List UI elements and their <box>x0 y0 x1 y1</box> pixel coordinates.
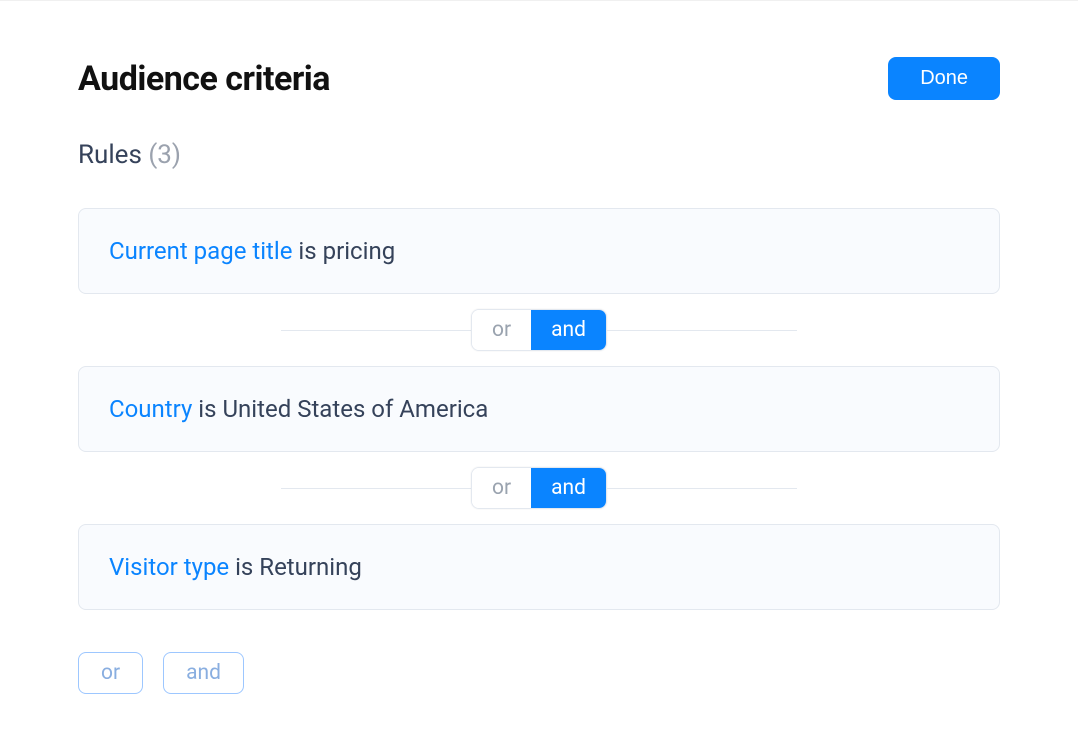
rule-operator: is <box>298 237 316 265</box>
rule-operator: is <box>198 395 216 423</box>
rule-attribute: Current page title <box>109 237 292 265</box>
connector-line <box>607 330 797 331</box>
done-button[interactable]: Done <box>888 57 1000 100</box>
connector-toggle: or and <box>471 309 607 351</box>
connector-toggle: or and <box>471 467 607 509</box>
rule-operator: is <box>235 553 253 581</box>
connector-and-option[interactable]: and <box>531 468 606 508</box>
connector-line <box>281 488 471 489</box>
add-rule-row: or and <box>78 652 1000 694</box>
rules-label: Rules <box>78 140 142 170</box>
page-title: Audience criteria <box>78 59 330 99</box>
rule-attribute: Country <box>109 395 192 423</box>
add-and-button[interactable]: and <box>163 652 244 694</box>
header: Audience criteria Done <box>78 57 1000 100</box>
rule-card[interactable]: Current page title is pricing <box>78 208 1000 294</box>
connector-line <box>607 488 797 489</box>
rule-attribute: Visitor type <box>109 553 229 581</box>
add-or-button[interactable]: or <box>78 652 143 694</box>
rules-count: (3) <box>148 140 181 170</box>
connector-or-option[interactable]: or <box>472 310 531 350</box>
rule-card[interactable]: Visitor type is Returning <box>78 524 1000 610</box>
connector-row: or and <box>78 452 1000 524</box>
rule-value: Returning <box>259 553 362 581</box>
connector-row: or and <box>78 294 1000 366</box>
connector-or-option[interactable]: or <box>472 468 531 508</box>
connector-line <box>281 330 471 331</box>
audience-criteria-panel: Audience criteria Done Rules (3) Current… <box>0 1 1078 734</box>
rule-value: United States of America <box>222 395 488 423</box>
rules-header: Rules (3) <box>78 140 1000 170</box>
rule-card[interactable]: Country is United States of America <box>78 366 1000 452</box>
rule-value: pricing <box>323 237 396 265</box>
connector-and-option[interactable]: and <box>531 310 606 350</box>
